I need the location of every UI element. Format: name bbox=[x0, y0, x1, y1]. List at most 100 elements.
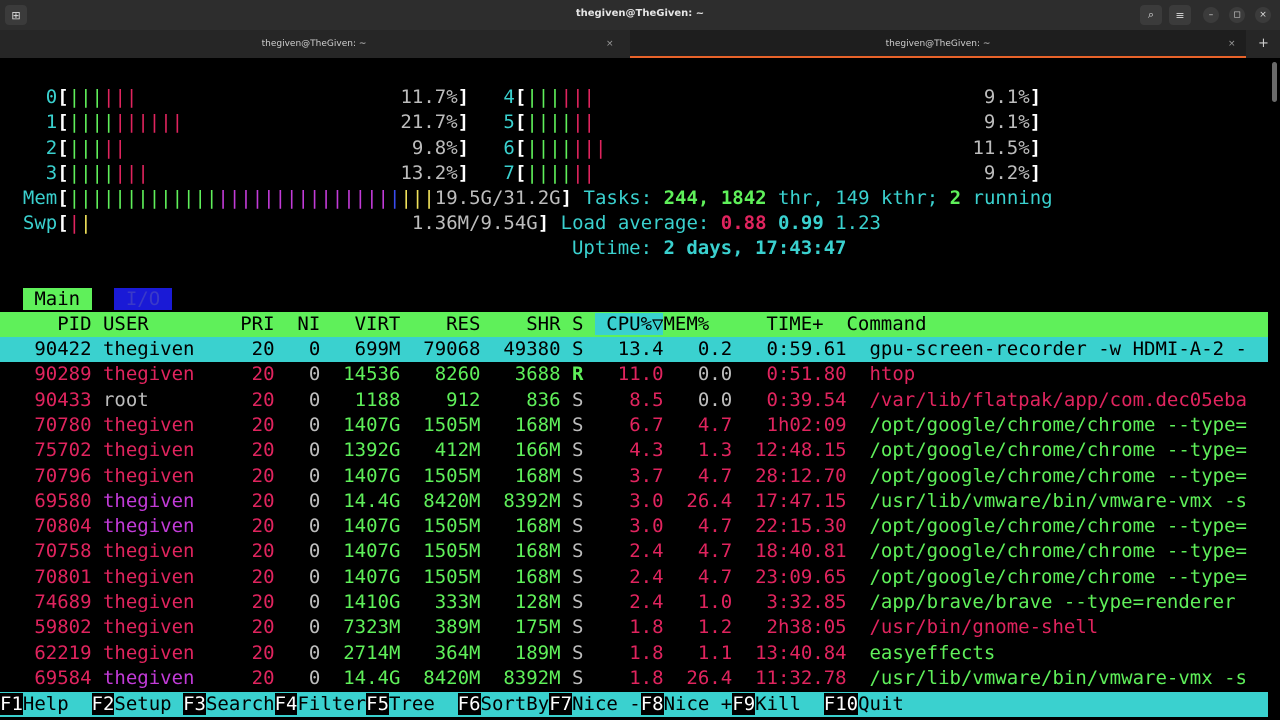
search-icon: ⌕ bbox=[1147, 8, 1155, 21]
process-row[interactable]: 59802 thegiven 20 0 7323M 389M 175M S 1.… bbox=[0, 615, 1098, 640]
process-row[interactable]: 69584 thegiven 20 0 14.4G 8420M 8392M S … bbox=[0, 666, 1247, 691]
swap-bar: | bbox=[68, 212, 81, 234]
user-cell: thegiven bbox=[102, 515, 206, 538]
function-key-label[interactable]: Nice - bbox=[572, 693, 641, 715]
res-cell: 912 bbox=[400, 388, 481, 411]
minimize-button[interactable]: – bbox=[1203, 7, 1219, 23]
command-cell: /app/brave/brave --type=renderer bbox=[869, 591, 1236, 613]
function-key-label[interactable]: Filter bbox=[297, 693, 367, 715]
function-key-f6[interactable]: F6 bbox=[457, 693, 481, 715]
function-key-label[interactable]: Search bbox=[205, 693, 275, 715]
function-key-f9[interactable]: F9 bbox=[732, 693, 756, 715]
column-headers[interactable]: PID USER PRI NI VIRT RES SHR S bbox=[0, 313, 595, 335]
pid-cell: 70758 bbox=[0, 540, 92, 563]
nice-cell: 0 bbox=[274, 489, 321, 512]
tab-terminal-1[interactable]: thegiven@TheGiven: ~ × bbox=[0, 30, 628, 58]
state-cell: S bbox=[572, 413, 584, 436]
process-row[interactable]: 70758 thegiven 20 0 1407G 1505M 168M S 2… bbox=[0, 539, 1247, 564]
command-cell: htop bbox=[869, 363, 916, 386]
mem-bar-buffers: ||||||||||||||| bbox=[217, 187, 389, 209]
tab-close-icon[interactable]: × bbox=[606, 39, 614, 49]
maximize-button[interactable]: ◻ bbox=[1229, 7, 1245, 23]
mem-cell: 4.7 bbox=[663, 515, 733, 538]
mem-bar-used: ||||||||||||| bbox=[68, 187, 218, 209]
load-average-label: Load average: bbox=[560, 212, 721, 234]
pid-cell: 70780 bbox=[0, 413, 92, 436]
function-key-label[interactable]: Tree bbox=[389, 693, 458, 715]
menu-button[interactable]: ≡ bbox=[1169, 5, 1191, 25]
process-row[interactable]: 75702 thegiven 20 0 1392G 412M 166M S 4.… bbox=[0, 438, 1247, 463]
process-row-selected[interactable]: 90422 thegiven 20 0 699M 79068 49380 S 1… bbox=[0, 337, 1268, 362]
cpu-bar-system: || bbox=[103, 137, 126, 159]
screen-tab-io[interactable]: I/O bbox=[114, 288, 172, 310]
screen-tab-main[interactable]: Main bbox=[22, 288, 92, 310]
tasks-label: Tasks: bbox=[583, 187, 653, 209]
uptime-value: 2 days, 17:43:47 bbox=[663, 237, 847, 259]
function-key-label[interactable]: Kill bbox=[755, 693, 824, 715]
column-headers[interactable]: MEM% TIME+ Command bbox=[663, 313, 1236, 335]
priority-cell: 20 bbox=[205, 591, 275, 613]
cpu-cell: 2.4 bbox=[583, 591, 664, 613]
priority-cell: 20 bbox=[205, 413, 275, 436]
scrollbar[interactable] bbox=[1272, 62, 1277, 102]
cpu-cell: 1.8 bbox=[583, 616, 664, 639]
time-cell: 12:48.15 bbox=[732, 439, 847, 462]
function-key-label[interactable]: Help bbox=[22, 693, 92, 715]
command-cell: /opt/google/chrome/chrome --type= bbox=[869, 565, 1247, 588]
pid-cell: 90433 bbox=[0, 388, 92, 411]
shr-cell: 175M bbox=[480, 616, 561, 639]
state-cell: S bbox=[572, 515, 584, 538]
command-cell: /opt/google/chrome/chrome --type= bbox=[869, 540, 1247, 563]
function-key-label[interactable]: Quit bbox=[858, 693, 904, 715]
pid-cell: 59802 bbox=[0, 616, 92, 639]
mem-cell: 4.7 bbox=[663, 540, 733, 563]
function-key-f5[interactable]: F5 bbox=[366, 693, 390, 715]
cpu-cell: 3.0 bbox=[583, 515, 664, 538]
process-row[interactable]: 62219 thegiven 20 0 2714M 364M 189M S 1.… bbox=[0, 641, 995, 666]
command-cell: /usr/bin/gnome-shell bbox=[869, 616, 1099, 639]
process-row[interactable]: 74689 thegiven 20 0 1410G 333M 128M S 2.… bbox=[0, 590, 1236, 615]
process-row[interactable]: 70804 thegiven 20 0 1407G 1505M 168M S 3… bbox=[0, 514, 1247, 539]
nice-cell: 0 bbox=[274, 591, 321, 613]
function-key-f10[interactable]: F10 bbox=[823, 693, 859, 715]
swap-label: Swp bbox=[22, 212, 58, 234]
process-row[interactable]: 90289 thegiven 20 0 14536 8260 3688 R 11… bbox=[0, 362, 915, 387]
time-cell: 3:32.85 bbox=[732, 591, 847, 613]
tab-close-icon[interactable]: × bbox=[1228, 39, 1236, 49]
function-key-f1[interactable]: F1 bbox=[0, 693, 23, 715]
mem-cell: 4.7 bbox=[663, 565, 733, 588]
res-cell: 364M bbox=[400, 641, 481, 664]
kthreads-count: 149 bbox=[835, 187, 870, 209]
function-key-label[interactable]: SortBy bbox=[480, 693, 550, 715]
process-row[interactable]: 70780 thegiven 20 0 1407G 1505M 168M S 6… bbox=[0, 413, 1247, 438]
pid-cell: 69584 bbox=[0, 666, 92, 689]
search-button[interactable]: ⌕ bbox=[1140, 5, 1162, 25]
function-key-f8[interactable]: F8 bbox=[640, 693, 664, 715]
process-row[interactable]: 70801 thegiven 20 0 1407G 1505M 168M S 2… bbox=[0, 565, 1247, 590]
terminal-area[interactable]: 0[|||||| 11.7%] 4[|||||| 9.1%] 1[|||||||… bbox=[0, 58, 1268, 720]
res-cell: 1505M bbox=[400, 540, 481, 563]
mem-cell: 4.7 bbox=[663, 413, 733, 436]
function-key-f3[interactable]: F3 bbox=[183, 693, 206, 715]
user-cell: thegiven bbox=[102, 540, 206, 563]
process-row[interactable]: 69580 thegiven 20 0 14.4G 8420M 8392M S … bbox=[0, 489, 1247, 514]
tab-terminal-2[interactable]: thegiven@TheGiven: ~ × bbox=[630, 30, 1246, 58]
priority-cell: 20 bbox=[205, 363, 275, 386]
process-row[interactable]: 70796 thegiven 20 0 1407G 1505M 168M S 3… bbox=[0, 464, 1247, 489]
nice-cell: 0 bbox=[274, 338, 321, 360]
function-key-f7[interactable]: F7 bbox=[549, 693, 573, 715]
swap-value: 1.36M/9.54G bbox=[411, 212, 538, 234]
function-key-label[interactable]: Nice + bbox=[663, 693, 733, 715]
column-header-cpu-sorted[interactable]: CPU%▽ bbox=[594, 313, 664, 335]
cpu-cell: 8.5 bbox=[583, 388, 664, 411]
user-cell: thegiven bbox=[102, 641, 206, 664]
new-tab-plus-icon[interactable]: + bbox=[1258, 36, 1269, 51]
close-button[interactable]: × bbox=[1255, 7, 1271, 23]
nice-cell: 0 bbox=[274, 363, 321, 386]
function-key-f4[interactable]: F4 bbox=[274, 693, 298, 715]
pid-cell: 70804 bbox=[0, 515, 92, 538]
process-row[interactable]: 90433 root 20 0 1188 912 836 S 8.5 0.0 0… bbox=[0, 388, 1247, 413]
function-key-label[interactable]: Setup bbox=[114, 693, 184, 715]
time-cell: 22:15.30 bbox=[732, 515, 847, 538]
function-key-f2[interactable]: F2 bbox=[91, 693, 115, 715]
